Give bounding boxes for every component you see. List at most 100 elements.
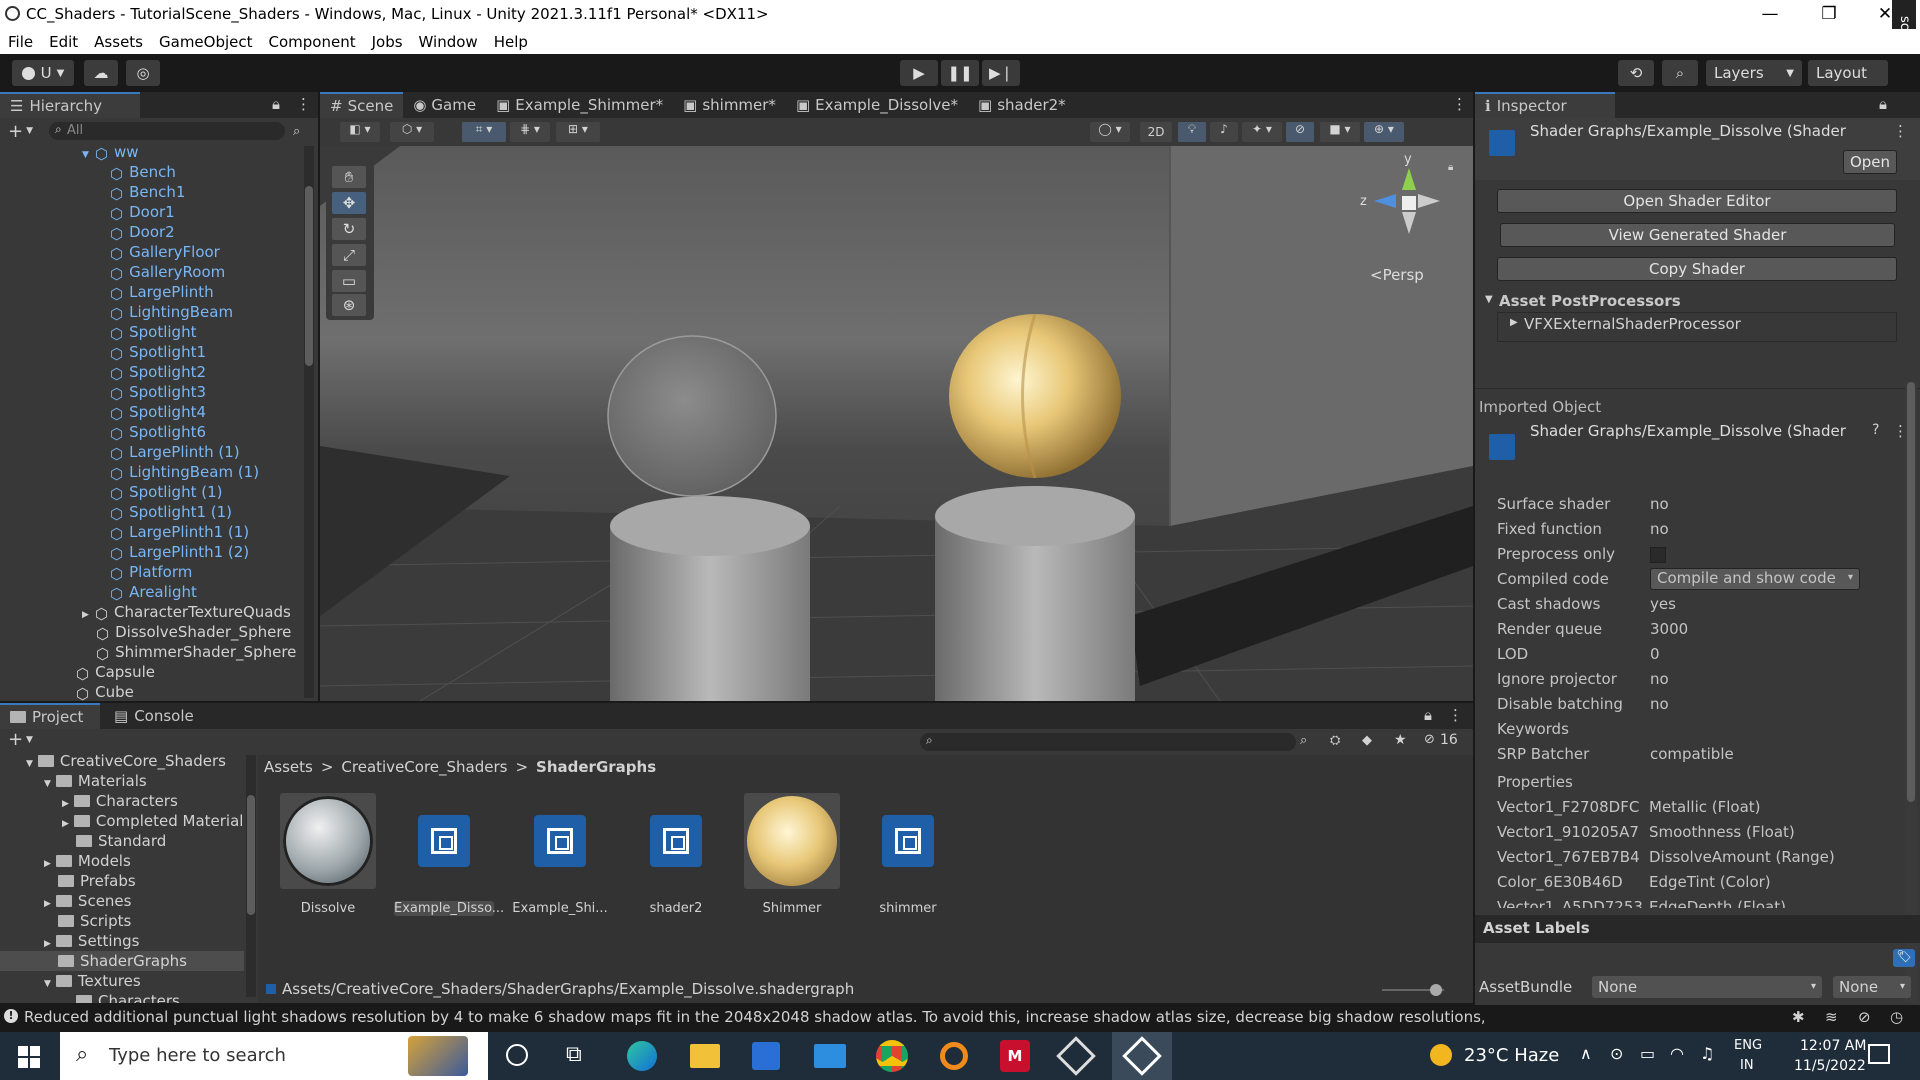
hierarchy-item[interactable]: ⬡ Spotlight	[110, 322, 196, 343]
menu-file[interactable]: File	[8, 33, 33, 51]
inspector-scrollbar[interactable]	[1905, 382, 1917, 1002]
hierarchy-item[interactable]: ⬡ LightingBeam (1)	[110, 462, 259, 483]
project-folder-item[interactable]: Scripts	[58, 911, 131, 931]
collab-button[interactable]: ◎	[126, 60, 160, 86]
unity-hub-icon[interactable]	[1056, 1036, 1096, 1076]
hierarchy-item[interactable]: ⬡ ShimmerShader_Sphere	[96, 642, 296, 663]
play-button[interactable]: ▶	[900, 60, 938, 86]
hierarchy-item[interactable]: ⬡ Spotlight2	[110, 362, 206, 383]
project-folder-item[interactable]: ▶ Models	[44, 851, 131, 871]
effects-dropdown[interactable]: ✦ ▾	[1242, 122, 1282, 142]
more-options-icon[interactable]: ⋮	[1893, 122, 1908, 140]
hierarchy-scrollbar[interactable]	[304, 146, 314, 698]
add-button[interactable]: +	[8, 121, 23, 142]
hierarchy-item[interactable]: ⬡ LargePlinth	[110, 282, 214, 303]
hierarchy-item[interactable]: ⬡ Door1	[110, 202, 175, 223]
scrollbar-thumb[interactable]	[1907, 382, 1915, 802]
star-icon[interactable]: ★	[1394, 732, 1407, 748]
task-view-icon[interactable]: ⧉	[566, 1042, 582, 1067]
lock-icon[interactable]: 🔒︎	[1424, 706, 1432, 724]
mail-icon[interactable]	[814, 1044, 846, 1068]
keywords-foldout[interactable]: ▶Keywords	[1497, 720, 1905, 740]
grid-toggle-button[interactable]: ⋕ ▾	[510, 122, 550, 142]
step-button[interactable]: ▶❘	[982, 60, 1020, 86]
search-button[interactable]: ⌕	[1662, 60, 1698, 86]
increment-snap-button[interactable]: ⊞ ▾	[556, 122, 600, 142]
pause-button[interactable]: ❚❚	[941, 60, 979, 86]
hierarchy-item[interactable]: ⬡ LargePlinth1 (1)	[110, 522, 249, 543]
battery-icon[interactable]: ▭	[1640, 1044, 1655, 1063]
menu-window[interactable]: Window	[419, 33, 478, 51]
move-tool-button[interactable]: ✥	[332, 192, 366, 214]
taskbar-search-input[interactable]: ⌕ Type here to search	[60, 1032, 488, 1080]
hierarchy-item[interactable]: ⬡ Spotlight1 (1)	[110, 502, 232, 523]
slider-handle[interactable]	[1430, 984, 1442, 996]
grid-snap-button[interactable]: ⌗ ▾	[462, 122, 506, 142]
scene-filter-icon[interactable]: ⌕	[293, 124, 300, 139]
progress-icon[interactable]: ◷	[1890, 1008, 1903, 1026]
hidden-packages-icon[interactable]: ⊘	[1424, 732, 1435, 747]
transform-tool-button[interactable]: ⊛	[332, 294, 366, 316]
lighting-toggle[interactable]: 💡︎	[1178, 122, 1206, 142]
menu-help[interactable]: Help	[494, 33, 528, 51]
gizmos-dropdown[interactable]: ⊕ ▾	[1364, 122, 1404, 142]
project-folder-item[interactable]: Characters	[76, 991, 180, 1003]
assetbundle-variant-dropdown[interactable]: None ▾	[1833, 976, 1911, 998]
cortana-icon[interactable]	[506, 1044, 528, 1066]
hierarchy-item[interactable]: ⬡ LightingBeam	[110, 302, 233, 323]
menu-gameobject[interactable]: GameObject	[159, 33, 253, 51]
properties-foldout[interactable]: ▼Properties	[1497, 773, 1905, 793]
perspective-label[interactable]: <Persp	[1370, 266, 1424, 284]
cloud-button[interactable]: ☁	[84, 60, 118, 86]
asset-item[interactable]: shader2	[626, 793, 726, 916]
more-options-icon[interactable]: ⋮	[1452, 95, 1467, 113]
tab-shimmer[interactable]: ▣ shimmer*	[673, 92, 786, 118]
project-folder-item[interactable]: ▶ Completed Materials	[62, 811, 244, 831]
chevron-down-icon[interactable]: ▼	[26, 759, 33, 769]
breadcrumb-shadergraphs[interactable]: ShaderGraphs	[536, 758, 656, 776]
chevron-down-icon[interactable]: ▼	[44, 779, 51, 789]
render-mode-dropdown[interactable]: ⬡ ▾	[390, 122, 434, 142]
tab-console[interactable]: ▤ Console	[104, 703, 214, 729]
auto-gen-lighting-icon[interactable]: ⊘	[1858, 1008, 1871, 1026]
add-button[interactable]: +	[8, 729, 23, 750]
draw-mode-dropdown[interactable]: ◧ ▾	[340, 122, 380, 142]
tab-example-shimmer[interactable]: ▣ Example_Shimmer*	[486, 92, 673, 118]
postprocessor-item[interactable]: ▶ VFXExternalShaderProcessor	[1497, 312, 1897, 342]
tab-game[interactable]: ◉ Game	[403, 92, 486, 118]
help-icon[interactable]: ?	[1872, 422, 1879, 438]
project-folder-item[interactable]: ▼ CreativeCore_Shaders	[26, 751, 226, 771]
chevron-down-icon[interactable]: ▼	[1485, 294, 1493, 305]
more-options-icon[interactable]: ⋮	[1448, 706, 1463, 724]
search-by-type-icon[interactable]: ⌕	[1300, 733, 1307, 748]
open-shader-editor-button[interactable]: Open Shader Editor	[1497, 189, 1897, 213]
unity-editor-taskbar-button[interactable]	[1112, 1032, 1172, 1080]
hierarchy-item[interactable]: ⬡ Bench1	[110, 182, 185, 203]
menu-jobs[interactable]: Jobs	[372, 33, 403, 51]
hierarchy-item[interactable]: ⬡ Cube	[76, 682, 134, 702]
project-search-input[interactable]: ⌕	[920, 733, 1296, 751]
file-explorer-icon[interactable]	[690, 1044, 720, 1068]
project-tree-scrollbar[interactable]	[246, 755, 256, 997]
hierarchy-item[interactable]: ⬡ Arealight	[110, 582, 197, 603]
blender-icon[interactable]	[940, 1042, 968, 1070]
hierarchy-item[interactable]: ⬡ GalleryFloor	[110, 242, 220, 263]
mode-2d-button[interactable]: 2D	[1140, 122, 1172, 142]
layers-dropdown[interactable]: Layers ▼	[1706, 60, 1802, 86]
hierarchy-item[interactable]: ▶ ⬡ CharacterTextureQuads	[82, 602, 291, 623]
hierarchy-item[interactable]: ⬡ Door2	[110, 222, 175, 243]
label-icon[interactable]: ◆	[1362, 733, 1372, 748]
chevron-down-icon[interactable]: ▼	[82, 150, 89, 160]
volume-icon[interactable]: ♫	[1700, 1044, 1714, 1063]
hierarchy-search-input[interactable]: ⌕ All	[49, 122, 286, 140]
hierarchy-item[interactable]: ⬡ Spotlight3	[110, 382, 206, 403]
asset-item[interactable]: shimmer	[858, 793, 958, 916]
hierarchy-item[interactable]: ⬡ Spotlight1	[110, 342, 206, 363]
hierarchy-item[interactable]: ⬡ Spotlight6	[110, 422, 206, 443]
hand-tool-button[interactable]: ✋︎	[332, 166, 366, 188]
tab-scene[interactable]: # Scene	[320, 92, 404, 118]
asset-item[interactable]: Example_Shi...	[510, 793, 610, 916]
menu-assets[interactable]: Assets	[94, 33, 143, 51]
wifi-icon[interactable]: ◠	[1670, 1044, 1684, 1063]
view-generated-shader-button[interactable]: View Generated Shader	[1500, 223, 1895, 247]
